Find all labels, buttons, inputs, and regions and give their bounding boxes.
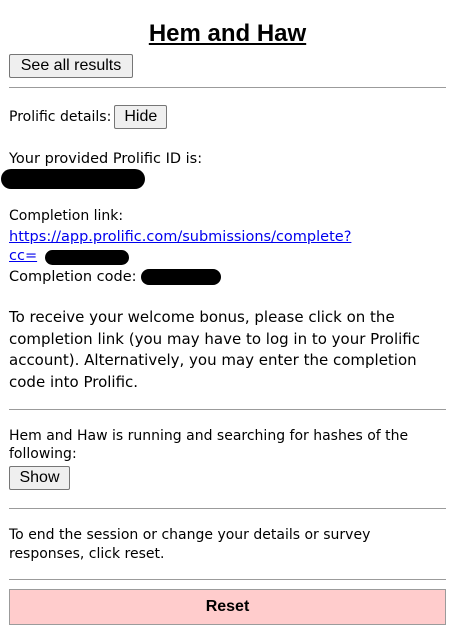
see-all-results-button[interactable]: See all results — [9, 54, 133, 78]
completion-code-label: Completion code: — [9, 269, 137, 285]
page-title: Hem and Haw — [148, 20, 307, 47]
reset-button[interactable]: Reset — [9, 589, 446, 625]
reset-instructions: To end the session or change your detail… — [9, 527, 371, 562]
prolific-hide-button[interactable]: Hide — [114, 105, 168, 129]
divider — [9, 87, 446, 88]
divider — [9, 508, 446, 509]
prolific-details-row: Prolific details: Hide — [9, 105, 168, 129]
divider — [9, 579, 446, 580]
completion-code-row: Completion code: — [9, 267, 221, 287]
completion-link-label: Completion link: — [9, 208, 124, 224]
prolific-details-label: Prolific details: — [9, 109, 112, 125]
divider — [9, 409, 446, 410]
hashes-show-button[interactable]: Show — [9, 466, 70, 490]
page: Hem and Haw See all results Prolific det… — [1, 0, 446, 625]
welcome-bonus-text: To receive your welcome bonus, please cl… — [9, 308, 421, 391]
redacted-completion-code — [140, 269, 221, 285]
redacted-completion-cc — [45, 250, 129, 265]
completion-link-block: https://app.prolific.com/submissions/com… — [9, 228, 359, 266]
hashes-text: Hem and Haw is running and searching for… — [9, 428, 409, 462]
prolific-id-label: Your provided Prolific ID is: — [9, 151, 203, 167]
redacted-prolific-id — [1, 169, 145, 189]
